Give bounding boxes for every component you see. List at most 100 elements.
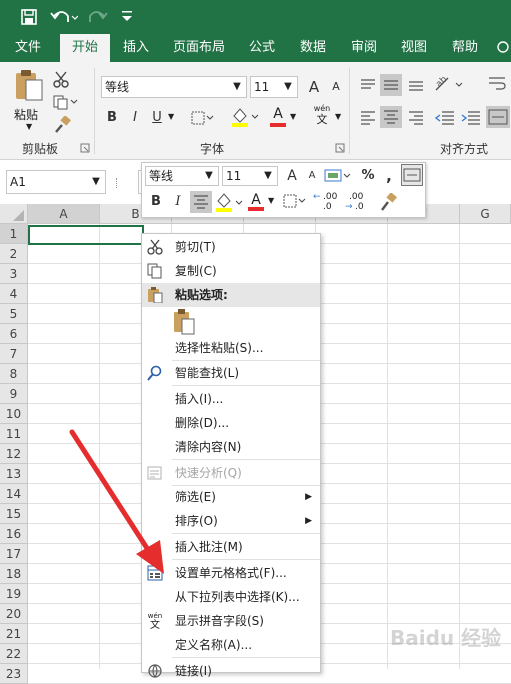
- merge-center-button[interactable]: [486, 106, 510, 128]
- align-bottom-icon[interactable]: [406, 76, 426, 94]
- active-cell[interactable]: [28, 225, 144, 245]
- chevron-down-icon[interactable]: ▼: [89, 171, 103, 193]
- row-header[interactable]: 9: [0, 384, 28, 404]
- decrease-indent-icon[interactable]: [434, 108, 456, 126]
- row-header[interactable]: 4: [0, 284, 28, 304]
- borders-icon[interactable]: [190, 110, 216, 126]
- row-header[interactable]: 22: [0, 644, 28, 664]
- tab-view[interactable]: 视图: [396, 34, 432, 62]
- phonetic-icon[interactable]: wén 文: [311, 104, 333, 126]
- menu-item-copy[interactable]: 复制(C): [142, 259, 320, 283]
- format-painter-icon[interactable]: [54, 116, 72, 134]
- mini-grow-font-button[interactable]: A: [281, 165, 303, 187]
- align-middle-button[interactable]: [380, 74, 402, 96]
- undo-icon[interactable]: [50, 8, 78, 26]
- chevron-down-icon[interactable]: ▼: [261, 167, 275, 185]
- tab-file[interactable]: 文件: [6, 34, 50, 62]
- orientation-icon[interactable]: ab: [432, 74, 466, 94]
- wrap-text-icon[interactable]: [486, 74, 508, 94]
- decrease-decimal-button[interactable]: .00 → .0: [345, 192, 375, 212]
- comma-style-button[interactable]: ,: [378, 165, 400, 187]
- fill-color-icon[interactable]: [230, 106, 260, 128]
- mini-format-painter-icon[interactable]: [379, 193, 399, 213]
- row-header[interactable]: 1: [0, 224, 28, 244]
- row-header[interactable]: 13: [0, 464, 28, 484]
- mini-font-color-icon[interactable]: A: [246, 191, 266, 213]
- increase-decimal-button[interactable]: ← .00 .0: [313, 192, 343, 212]
- customize-qat-icon[interactable]: [121, 9, 133, 23]
- row-header[interactable]: 23: [0, 664, 28, 684]
- column-header[interactable]: G: [460, 204, 511, 224]
- shrink-font-button[interactable]: A: [325, 76, 347, 98]
- lightbulb-icon[interactable]: [495, 40, 511, 56]
- row-header[interactable]: 2: [0, 244, 28, 264]
- font-size-combo[interactable]: 11 ▼: [250, 76, 298, 98]
- formula-bar-grip[interactable]: [116, 178, 118, 188]
- row-header[interactable]: 14: [0, 484, 28, 504]
- bold-button[interactable]: B: [101, 107, 123, 129]
- copy-icon[interactable]: [52, 94, 78, 110]
- tab-formulas[interactable]: 公式: [244, 34, 280, 62]
- dialog-launcher-icon[interactable]: [80, 143, 90, 153]
- row-header[interactable]: 6: [0, 324, 28, 344]
- grow-font-button[interactable]: A: [303, 76, 325, 98]
- mini-shrink-font-button[interactable]: A: [301, 165, 323, 187]
- mini-borders-icon[interactable]: [282, 193, 308, 211]
- align-left-icon[interactable]: [358, 108, 378, 126]
- row-header[interactable]: 18: [0, 564, 28, 584]
- tab-review[interactable]: 审阅: [346, 34, 382, 62]
- row-header[interactable]: 15: [0, 504, 28, 524]
- menu-item-smart-lookup[interactable]: 智能查找(L): [142, 361, 320, 385]
- increase-indent-icon[interactable]: [460, 108, 482, 126]
- align-right-icon[interactable]: [406, 108, 426, 126]
- chevron-down-icon[interactable]: ▼: [168, 112, 174, 121]
- column-header[interactable]: A: [28, 204, 100, 224]
- align-top-icon[interactable]: [358, 76, 378, 94]
- row-header[interactable]: 3: [0, 264, 28, 284]
- select-all-corner[interactable]: [0, 204, 28, 224]
- mini-fill-color-icon[interactable]: [215, 192, 245, 214]
- chevron-down-icon[interactable]: ▼: [290, 112, 296, 121]
- row-header[interactable]: 5: [0, 304, 28, 324]
- mini-font-size-combo[interactable]: 11 ▼: [222, 166, 278, 186]
- align-center-button[interactable]: [380, 106, 402, 128]
- underline-button[interactable]: U: [146, 107, 168, 129]
- mini-font-name-combo[interactable]: 等线 ▼: [145, 166, 219, 186]
- chevron-down-icon[interactable]: ▼: [268, 196, 274, 205]
- paste-button[interactable]: 粘贴: [14, 106, 38, 123]
- row-header[interactable]: 11: [0, 424, 28, 444]
- row-header[interactable]: 21: [0, 624, 28, 644]
- mini-center-button[interactable]: [190, 191, 212, 213]
- menu-item-insert[interactable]: 插入(I)...: [142, 387, 320, 411]
- italic-button[interactable]: I: [124, 107, 146, 129]
- chevron-down-icon[interactable]: ▼: [26, 122, 32, 131]
- row-header[interactable]: 8: [0, 364, 28, 384]
- chevron-down-icon[interactable]: ▼: [202, 167, 216, 185]
- tab-data[interactable]: 数据: [295, 34, 331, 62]
- menu-item-paste-special[interactable]: 选择性粘贴(S)...: [142, 336, 320, 360]
- name-box[interactable]: A1 ▼: [6, 170, 106, 194]
- mini-italic-button[interactable]: I: [167, 191, 189, 213]
- row-header[interactable]: 17: [0, 544, 28, 564]
- menu-item-link[interactable]: 链接(I): [142, 659, 320, 683]
- cut-icon[interactable]: [52, 70, 70, 88]
- tab-insert[interactable]: 插入: [116, 34, 156, 62]
- chevron-down-icon[interactable]: ▼: [230, 77, 244, 97]
- chevron-down-icon[interactable]: ▼: [335, 112, 341, 121]
- row-header[interactable]: 12: [0, 444, 28, 464]
- row-header[interactable]: 16: [0, 524, 28, 544]
- tab-home[interactable]: 开始: [60, 34, 110, 62]
- menu-item-show-phonetic[interactable]: wén 文 显示拼音字段(S): [142, 609, 320, 633]
- chevron-down-icon[interactable]: ▼: [281, 77, 295, 97]
- row-header[interactable]: 19: [0, 584, 28, 604]
- font-name-combo[interactable]: 等线 ▼: [101, 76, 247, 98]
- tab-page-layout[interactable]: 页面布局: [168, 34, 230, 62]
- font-color-icon[interactable]: A: [268, 106, 288, 128]
- menu-item-define-name[interactable]: 定义名称(A)...: [142, 633, 320, 657]
- row-header[interactable]: 10: [0, 404, 28, 424]
- dialog-launcher-icon[interactable]: [335, 143, 345, 153]
- tab-help[interactable]: 帮助: [447, 34, 483, 62]
- row-header[interactable]: 7: [0, 344, 28, 364]
- row-header[interactable]: 20: [0, 604, 28, 624]
- save-icon[interactable]: [20, 8, 38, 26]
